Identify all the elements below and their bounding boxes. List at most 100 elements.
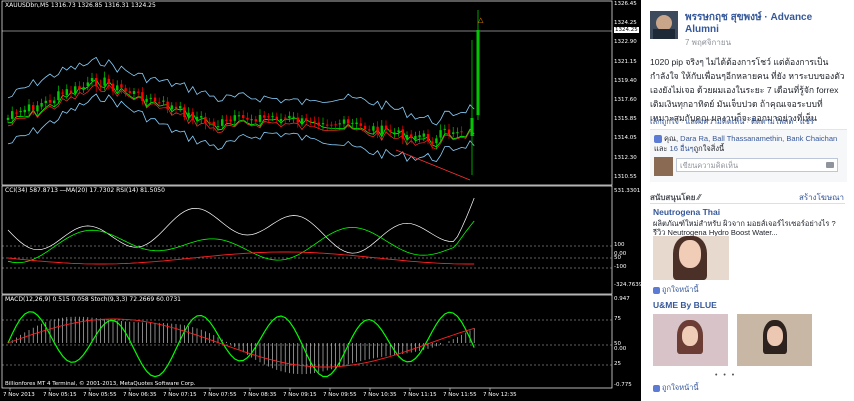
ad2-image-2[interactable] [737,314,812,366]
current-price-tag: 1324.25 [614,27,639,33]
candle-body [284,117,287,119]
candle-body [237,115,241,117]
candle-body [393,132,396,134]
candle-body [149,97,152,99]
candle-body [86,82,89,86]
candle-body [296,117,299,123]
chart-canvas: △ [1,0,613,391]
price-axis-label: 1324.25 [614,20,637,27]
price-axis-label: 1314.05 [614,135,637,142]
price-axis-label: 1321.15 [614,58,637,65]
candle-body [99,85,102,87]
candle-body [208,122,211,124]
candle-body [57,91,60,101]
candle-body [338,123,341,125]
candle-body [439,130,442,138]
likes-comments-box: คุณ, Dara Ra, Ball Thassanamethin, Bank … [650,129,847,182]
time-axis-label: 7 Nov 12:35 [483,392,517,398]
candle-body [275,116,278,120]
main-chart-title: XAUUSDbn,M5 1316.73 1326.85 1316.31 1324… [5,2,156,9]
candle-body [90,77,94,82]
time-axis-label: 7 Nov 10:35 [363,392,397,398]
carousel-dots[interactable]: • • • [715,372,736,379]
ad2-like-page[interactable]: ถูกใจหน้านี้ [653,382,699,394]
candle-body [204,116,207,124]
candle-body [372,126,375,131]
ad1-title[interactable]: Neutrogena Thai [653,207,720,217]
trend-line [395,149,471,181]
time-axis-label: 7 Nov 11:55 [443,392,477,398]
candle-body [271,116,274,118]
ad2-image-1[interactable] [653,314,728,366]
unlike-link[interactable]: เลิกถูกใจ [650,117,679,126]
like-thumb-icon [653,286,660,294]
candle-body [145,98,148,102]
candle-body [195,116,199,121]
candle-body [44,100,47,104]
macd-panel-title: MACD(12,26,9) 0.515 0.058 Stoch(9,3,3) 7… [5,296,181,303]
candle-body [263,115,266,118]
candle-body [254,119,257,122]
follow-post-link[interactable]: ติดตามโพสต์ [751,117,793,126]
candle-body [103,77,106,86]
time-axis-label: 7 Nov 09:55 [323,392,357,398]
candle-body [401,129,404,139]
candle-body [359,123,362,126]
candle-body [326,124,329,126]
candle-body [456,132,459,134]
camera-icon[interactable] [826,162,834,168]
candle-body [292,116,295,118]
candle-body [183,107,186,118]
candle-body [132,91,136,94]
price-axis-label: 1326.45 [614,1,637,7]
comment-input[interactable]: เขียนความคิดเห็น [676,158,838,172]
cci-axis-label: 531.3301 [614,188,641,194]
post-author[interactable]: พรรษกฤช สุขพงษ์ · Advance Alumni [685,12,845,36]
candle-body [170,105,173,110]
rsi-line [7,220,475,264]
time-axis-label: 7 Nov 05:15 [43,392,77,398]
trading-chart[interactable]: △ XAUUSDbn,M5 1316.73 1326.85 1316.31 13… [0,0,641,401]
candle-body [229,119,232,122]
candle-body [309,120,312,122]
candle-body [158,102,161,104]
main-panel-frame [1,0,613,186]
divider [650,203,845,204]
comment-link[interactable]: แสดงความคิดเห็น [686,117,745,126]
post-actions: เลิกถูกใจ · แสดงความคิดเห็น · ติดตามโพสต… [650,117,814,126]
candle-body [330,124,333,126]
time-axis-label: 7 Nov 06:35 [123,392,157,398]
candle-body [460,131,463,133]
cci-ma-line [7,251,475,265]
ad1-like-page[interactable]: ถูกใจหน้านี้ [653,284,699,296]
candle-body [69,90,73,93]
price-axis-label: 1322.90 [614,39,637,46]
price-axis-label: 1317.60 [614,97,637,103]
like-thumb-icon [653,384,660,392]
post-timestamp[interactable]: 7 พฤศจิกายน [685,36,731,49]
candle-body [65,89,68,95]
candle-body [334,124,337,126]
ad1-image[interactable] [653,236,729,280]
candle-body [447,129,451,135]
ad1-text[interactable]: ผลิตภัณฑ์ใหม่สำหรับ ผิวจาก มอยส์เจอร์ไรเ… [653,219,841,237]
cci-panel-frame [1,185,613,295]
moving-average-green [7,78,475,148]
candle-body [225,119,228,121]
other-likers-link[interactable]: 16 อื่นๆ [670,144,694,153]
copyright-text: Billionfores MT 4 Terminal, © 2001-2013,… [5,381,196,387]
candle-body [418,135,421,138]
price-axis-label: 1312.30 [614,154,637,161]
candle-body [300,118,304,124]
time-axis-label: 7 Nov 07:15 [163,392,197,398]
author-avatar[interactable] [650,11,678,39]
candle-body [321,123,325,125]
candle-body [36,105,39,112]
candle-body [305,118,308,121]
share-link[interactable]: แชร์ [800,117,814,126]
ad2-title[interactable]: U&ME By BLUE [653,300,717,310]
macd-axis-label: 75 [614,316,621,322]
cci-axis-label: -324.7639 [614,282,641,288]
candle-body [200,116,203,118]
likers-names[interactable]: Dara Ra, Ball Thassanamethin, Bank Chaic… [680,134,837,143]
